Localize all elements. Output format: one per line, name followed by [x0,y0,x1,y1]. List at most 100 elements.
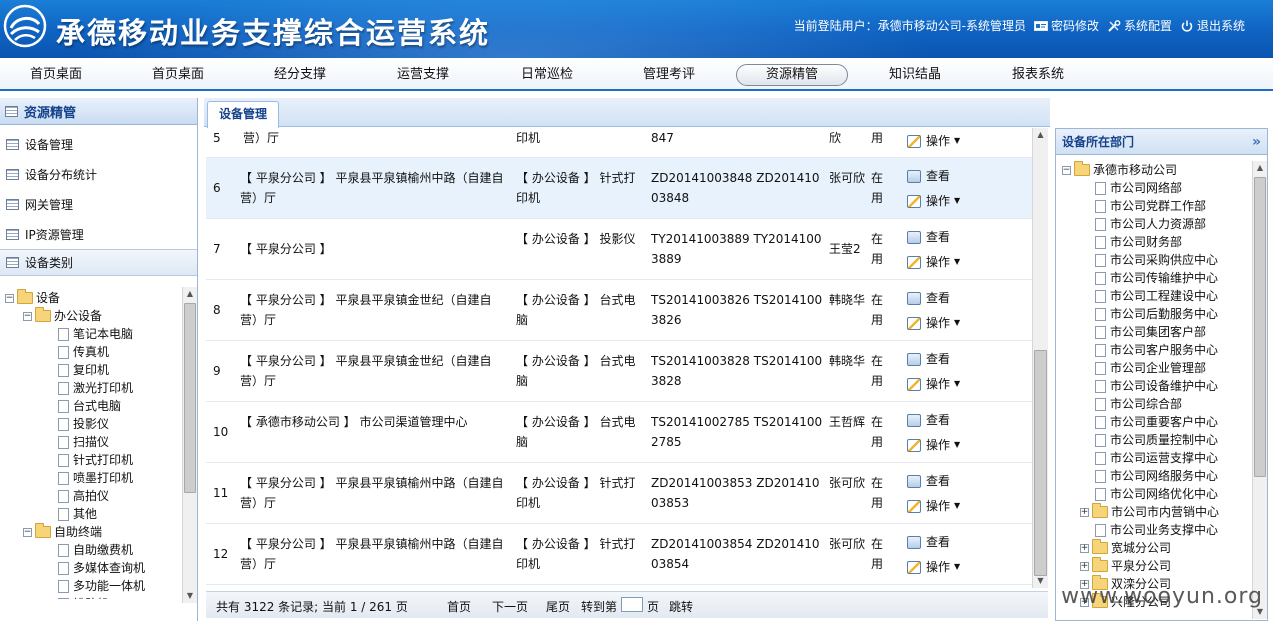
nav-item-operations[interactable]: 运营支撑 [367,64,479,86]
view-button[interactable]: 查看 [907,166,977,186]
operation-menu-button[interactable]: 操作 ▼ [907,252,977,272]
menu-device-distribution[interactable]: 设备分布统计 [0,159,197,189]
scroll-thumb[interactable] [184,303,196,493]
collapse-icon[interactable]: − [23,311,32,321]
operation-menu-button[interactable]: 操作 ▼ [907,374,977,394]
table-row[interactable]: 6 【 平泉分公司 】 平泉县平泉镇榆州中路（自建自营）厅【 办公设备 】 针式打… [206,158,1032,219]
branch-node[interactable]: + 平泉分公司 [1062,557,1252,575]
dept-node[interactable]: 市公司工程建设中心 [1062,287,1252,305]
tree-node-leaf[interactable]: 激光打印机 [0,379,182,397]
tree-node-leaf[interactable]: 自助缴费机 [0,541,182,559]
pager-first-link[interactable]: 首页 [447,598,471,615]
nav-item-home-2[interactable]: 首页桌面 [122,64,234,86]
collapse-panel-icon[interactable]: » [1252,134,1261,150]
nav-item-inspection[interactable]: 日常巡检 [491,64,603,86]
menu-ip-management[interactable]: IP资源管理 [0,219,197,249]
pager-next-link[interactable]: 下一页 [492,598,528,615]
operation-menu-button[interactable]: 操作 ▼ [907,191,977,211]
dept-node-expandable[interactable]: + 市公司市内营销中心 [1062,503,1252,521]
table-row[interactable]: 10 【 承德市移动公司 】 市公司渠道管理中心 【 办公设备 】 台式电脑 TS20… [206,402,1032,463]
scroll-down-icon[interactable]: ▼ [183,589,197,603]
collapse-icon[interactable]: − [23,527,32,537]
tree-node-leaf[interactable]: 其他 [0,505,182,523]
dept-node[interactable]: 市公司党群工作部 [1062,197,1252,215]
center-grid-scrollbar[interactable]: ▲ ▼ [1032,128,1048,588]
page-number-input[interactable] [621,597,643,612]
view-button[interactable]: 查看 [907,288,977,308]
left-tree-scrollbar[interactable]: ▲ ▼ [182,287,197,603]
dept-node[interactable]: 市公司业务支撑中心 [1062,521,1252,539]
nav-item-home-1[interactable]: 首页桌面 [0,64,112,86]
menu-device-management[interactable]: 设备管理 [0,129,197,159]
dept-node[interactable]: 市公司客户服务中心 [1062,341,1252,359]
dept-node[interactable]: 市公司采购供应中心 [1062,251,1252,269]
branch-node[interactable]: + 宽城分公司 [1062,539,1252,557]
view-button[interactable]: 查看 [907,349,977,369]
department-tree-scrollbar[interactable]: ▲ ▼ [1252,161,1267,619]
tree-node-leaf[interactable]: 台式电脑 [0,397,182,415]
operation-menu-button[interactable]: 操作 ▼ [907,131,977,151]
scroll-up-icon[interactable]: ▲ [1253,161,1267,175]
dept-node[interactable]: 市公司设备维护中心 [1062,377,1252,395]
tree-node-leaf[interactable]: 多功能一体机 [0,577,182,595]
nav-item-analysis[interactable]: 经分支撑 [244,64,356,86]
dept-node[interactable]: 市公司人力资源部 [1062,215,1252,233]
scroll-up-icon[interactable]: ▲ [1033,128,1048,142]
tree-node-leaf[interactable]: 高拍仪 [0,487,182,505]
dept-node[interactable]: 市公司重要客户中心 [1062,413,1252,431]
table-row[interactable]: 5 营）厅 印机 847 欣 用 操作 ▼ [206,128,1032,158]
nav-item-resources[interactable]: 资源精管 [736,64,848,86]
tree-node-leaf[interactable]: 笔记本电脑 [0,325,182,343]
nav-item-reports[interactable]: 报表系统 [982,64,1094,86]
scroll-down-icon[interactable]: ▼ [1033,574,1048,588]
dept-node[interactable]: 市公司运营支撑中心 [1062,449,1252,467]
view-button[interactable]: 查看 [907,532,977,552]
tree-node-leaf[interactable]: 多媒体查询机 [0,559,182,577]
menu-gateway-management[interactable]: 网关管理 [0,189,197,219]
pager-jump-link[interactable]: 跳转 [669,598,693,615]
dept-node[interactable]: 市公司企业管理部 [1062,359,1252,377]
view-button[interactable]: 查看 [907,227,977,247]
table-row[interactable]: 11 【 平泉分公司 】 平泉县平泉镇榆州中路（自建自营）厅【 办公设备 】 针式… [206,463,1032,524]
dept-node-root[interactable]: − 承德市移动公司 [1062,161,1252,179]
view-button[interactable]: 查看 [907,410,977,430]
nav-item-assessment[interactable]: 管理考评 [613,64,725,86]
dept-node[interactable]: 市公司综合部 [1062,395,1252,413]
dept-node[interactable]: 市公司财务部 [1062,233,1252,251]
table-row[interactable]: 7 【 平泉分公司 】 【 办公设备 】 投影仪 TY20141003889 TY20… [206,219,1032,280]
operation-menu-button[interactable]: 操作 ▼ [907,496,977,516]
operation-menu-button[interactable]: 操作 ▼ [907,313,977,333]
scroll-up-icon[interactable]: ▲ [183,287,197,301]
pager-last-link[interactable]: 尾页 [546,598,570,615]
tree-node-leaf[interactable]: 针式打印机 [0,451,182,469]
tree-node-leaf[interactable]: 排队机 [0,595,182,599]
tree-node-root[interactable]: − 设备 [0,289,182,307]
operation-menu-button[interactable]: 操作 ▼ [907,557,977,577]
expand-icon[interactable]: + [1080,561,1089,571]
tree-node-leaf[interactable]: 扫描仪 [0,433,182,451]
dept-node[interactable]: 市公司网络部 [1062,179,1252,197]
collapse-icon[interactable]: − [1062,165,1071,175]
dept-node[interactable]: 市公司网络服务中心 [1062,467,1252,485]
expand-icon[interactable]: + [1080,543,1089,553]
dept-node[interactable]: 市公司后勤服务中心 [1062,305,1252,323]
logout-link[interactable]: 退出系统 [1180,17,1245,34]
tree-node-leaf[interactable]: 传真机 [0,343,182,361]
dept-node[interactable]: 市公司集团客户部 [1062,323,1252,341]
table-row[interactable]: 8 【 平泉分公司 】 平泉县平泉镇金世纪（自建自营）厅【 办公设备 】 台式电脑… [206,280,1032,341]
collapse-icon[interactable]: − [5,293,14,303]
tree-node-leaf[interactable]: 投影仪 [0,415,182,433]
dept-node[interactable]: 市公司传输维护中心 [1062,269,1252,287]
tree-node-leaf[interactable]: 复印机 [0,361,182,379]
table-row[interactable]: 9 【 平泉分公司 】 平泉县平泉镇金世纪（自建自营）厅【 办公设备 】 台式电脑… [206,341,1032,402]
tree-node-office[interactable]: − 办公设备 [0,307,182,325]
dept-node[interactable]: 市公司质量控制中心 [1062,431,1252,449]
tree-node-terminal[interactable]: − 自助终端 [0,523,182,541]
dept-node[interactable]: 市公司网络优化中心 [1062,485,1252,503]
scroll-thumb[interactable] [1254,177,1266,477]
tab-device-management[interactable]: 设备管理 [207,101,279,128]
scroll-thumb[interactable] [1034,350,1047,576]
view-button[interactable]: 查看 [907,471,977,491]
nav-item-knowledge[interactable]: 知识结晶 [859,64,971,86]
operation-menu-button[interactable]: 操作 ▼ [907,435,977,455]
